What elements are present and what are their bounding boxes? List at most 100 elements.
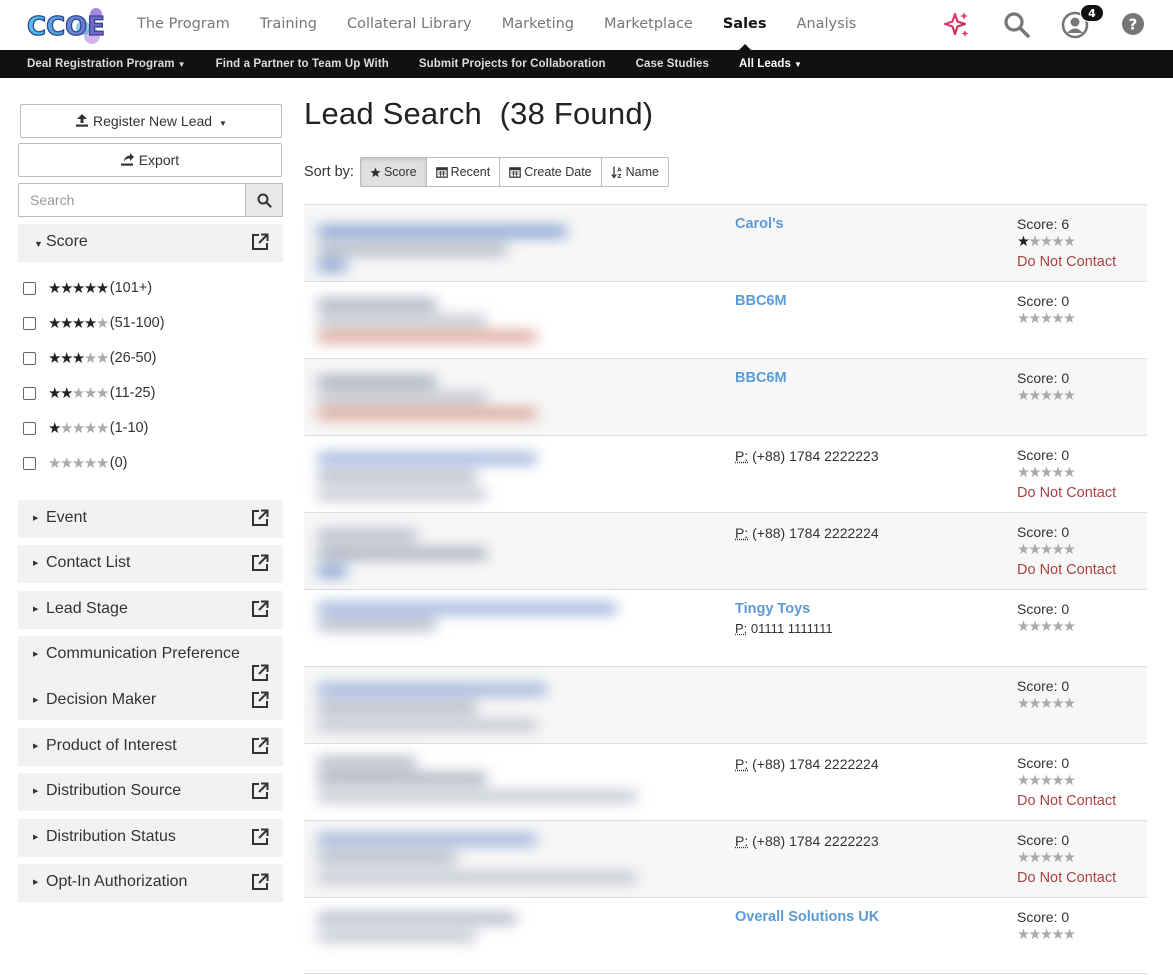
result-count: (38 Found): [499, 96, 654, 131]
subnav-item-deal-registration-program[interactable]: Deal Registration Program ▼: [12, 58, 201, 70]
lead-row[interactable]: BBC6M Score: 0 ★★★★★: [304, 358, 1147, 435]
score-checkbox[interactable]: [23, 421, 36, 435]
lead-row[interactable]: P: (+88) 1784 2222224 Score: 0 ★★★★★ Do Not…: [304, 512, 1147, 589]
sort-option-label: Score: [383, 165, 417, 179]
nav-item-sales[interactable]: Sales: [708, 0, 782, 51]
score-filter-option[interactable]: ★★★★★ (26-50): [23, 348, 157, 368]
company-link[interactable]: BBC6M: [735, 370, 787, 386]
score-checkbox[interactable]: [23, 316, 36, 330]
external-link-icon[interactable]: [251, 691, 269, 709]
lead-row[interactable]: Overall Solutions UK Score: 0 ★★★★★: [304, 897, 1147, 974]
facet-product-of-interest[interactable]: ▶ Product of Interest: [18, 728, 283, 766]
upload-icon: [76, 114, 89, 127]
external-link-icon[interactable]: [251, 737, 269, 755]
sort-create-date-button[interactable]: Create Date: [499, 157, 602, 187]
score-checkbox[interactable]: [23, 351, 36, 365]
facet-communication-preference[interactable]: ▶ Communication Preference: [18, 636, 283, 682]
redacted-lead-details: [309, 282, 648, 359]
sort-alpha-icon: AZ: [610, 166, 622, 179]
score-filter-option[interactable]: ★★★★★ (101+): [23, 278, 152, 298]
redacted-line: [317, 853, 457, 862]
score-filter-option[interactable]: ★★★★★ (0): [23, 453, 128, 473]
lead-row[interactable]: Carol's Score: 6 ★★★★★ Do Not Contact: [304, 204, 1147, 281]
sort-score-button[interactable]: Score: [359, 157, 427, 187]
external-link-icon[interactable]: [251, 600, 269, 618]
company-link[interactable]: Tingy Toys: [735, 601, 810, 617]
score-filter-option[interactable]: ★★★★★ (1-10): [23, 418, 148, 438]
company-link[interactable]: Overall Solutions UK: [735, 909, 879, 925]
facet-opt-in-authorization[interactable]: ▶ Opt-In Authorization: [18, 864, 283, 902]
external-link-icon[interactable]: [251, 233, 269, 251]
star-icon: ★: [1040, 465, 1053, 481]
lead-row[interactable]: P: (+88) 1784 2222224 Score: 0 ★★★★★ Do Not…: [304, 743, 1147, 820]
score-value: 6: [1061, 216, 1070, 232]
subnav-item-case-studies[interactable]: Case Studies: [621, 58, 724, 70]
sparkle-icon[interactable]: [942, 10, 972, 40]
score-filter-option[interactable]: ★★★★★ (51-100): [23, 313, 165, 333]
phone-number: (+88) 1784 2222223: [752, 833, 879, 849]
facet-lead-stage[interactable]: ▶ Lead Stage: [18, 591, 283, 629]
notification-badge[interactable]: 4: [1080, 4, 1104, 22]
export-icon: [120, 153, 134, 166]
nav-item-analysis[interactable]: Analysis: [782, 0, 872, 50]
nav-item-training[interactable]: Training: [245, 0, 332, 50]
lead-row[interactable]: Tingy Toys P: 01111 1111111 Score: 0 ★★★★★: [304, 589, 1147, 666]
facet-event[interactable]: ▶ Event: [18, 500, 283, 538]
lead-row[interactable]: BBC6M Score: 0 ★★★★★: [304, 281, 1147, 358]
nav-item-marketplace[interactable]: Marketplace: [589, 0, 708, 50]
sort-recent-button[interactable]: Recent: [425, 157, 501, 187]
svg-text:A: A: [617, 167, 622, 173]
star-rating: ★★★★★: [48, 348, 109, 367]
facet-decision-maker[interactable]: ▶ Decision Maker: [18, 682, 283, 720]
external-link-icon[interactable]: [251, 664, 269, 682]
nav-item-the-program[interactable]: The Program: [122, 0, 245, 50]
nav-item-marketing[interactable]: Marketing: [487, 0, 589, 50]
star-icon: ★: [59, 278, 73, 297]
chevron-down-icon: ▼: [177, 60, 186, 69]
score-checkbox[interactable]: [23, 281, 36, 295]
score-value: 0: [1061, 524, 1070, 540]
lead-row[interactable]: Score: 0 ★★★★★: [304, 666, 1147, 743]
redacted-line: [317, 472, 477, 481]
facet-score[interactable]: ▼ Score: [18, 224, 283, 262]
facet-contact-list[interactable]: ▶ Contact List: [18, 545, 283, 583]
score-prefix: Score:: [1017, 524, 1058, 540]
sort-option-label: Create Date: [524, 165, 592, 179]
facet-distribution-source[interactable]: ▶ Distribution Source: [18, 773, 283, 811]
sidebar-search-button[interactable]: [245, 183, 283, 217]
score-filter-option[interactable]: ★★★★★ (11-25): [23, 383, 155, 403]
subnav-item-find-a-partner-to-team-up-with[interactable]: Find a Partner to Team Up With: [201, 58, 404, 70]
score-checkbox[interactable]: [23, 386, 36, 400]
star-icon: ★: [1017, 773, 1030, 789]
star-icon: ★: [83, 383, 97, 402]
export-button[interactable]: Export: [18, 143, 282, 177]
external-link-icon[interactable]: [251, 554, 269, 572]
external-link-icon[interactable]: [251, 782, 269, 800]
star-icon: ★: [1040, 773, 1053, 789]
company-link[interactable]: BBC6M: [735, 293, 787, 309]
lead-phone: P: (+88) 1784 2222224: [735, 756, 879, 772]
star-rating: ★★★★★: [48, 315, 109, 331]
register-new-lead-button[interactable]: Register New Lead ▼: [20, 104, 282, 138]
redacted-line: [317, 758, 417, 767]
subnav-item-all-leads[interactable]: All Leads ▼: [724, 58, 817, 70]
subnav-item-submit-projects-for-collaboration[interactable]: Submit Projects for Collaboration: [404, 58, 621, 70]
ccoe-logo[interactable]: CCOE: [26, 6, 106, 46]
lead-row[interactable]: P: (+88) 1784 2222223 Score: 0 ★★★★★ Do Not…: [304, 435, 1147, 512]
score-text: Score: 0: [1017, 370, 1147, 387]
search-icon[interactable]: [1002, 10, 1032, 40]
company-link[interactable]: Carol's: [735, 216, 784, 232]
sort-name-button[interactable]: A Z Name: [600, 157, 669, 187]
star-icon: ★: [1051, 773, 1065, 789]
external-link-icon[interactable]: [251, 873, 269, 891]
star-icon: ★: [71, 348, 85, 367]
lead-row[interactable]: P: (+88) 1784 2222223 Score: 0 ★★★★★ Do Not…: [304, 820, 1147, 897]
score-checkbox[interactable]: [23, 456, 36, 470]
external-link-icon[interactable]: [251, 509, 269, 527]
facet-distribution-status[interactable]: ▶ Distribution Status: [18, 819, 283, 857]
caret-right-icon: ▶: [33, 560, 39, 567]
external-link-icon[interactable]: [251, 828, 269, 846]
nav-item-collateral-library[interactable]: Collateral Library: [332, 0, 487, 50]
sidebar-search-input[interactable]: [18, 183, 245, 217]
help-icon[interactable]: ?: [1118, 10, 1148, 40]
